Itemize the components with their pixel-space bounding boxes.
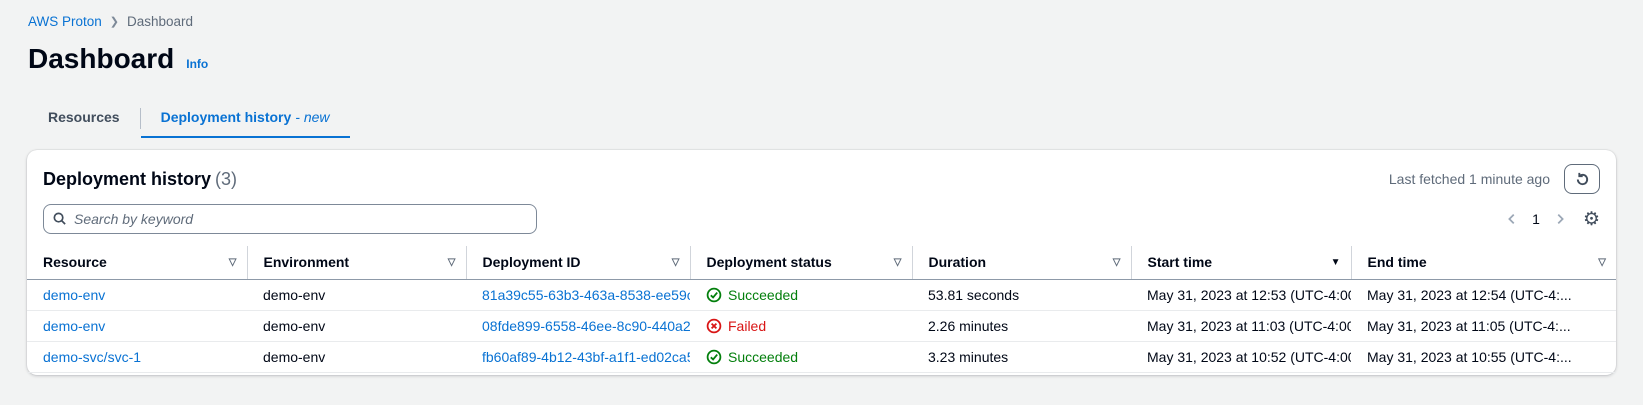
refresh-button[interactable]: [1564, 164, 1600, 194]
sort-caret-icon: [1113, 257, 1121, 268]
table-row: demo-env demo-env 81a39c55-63b3-463a-853…: [27, 279, 1616, 310]
tab-deployment-history[interactable]: Deployment history- new: [141, 99, 350, 138]
breadcrumb-current: Dashboard: [127, 14, 193, 29]
deployment-id-link[interactable]: fb60af89-4b12-43bf-a1f1-ed02ca53...: [482, 349, 690, 365]
aws-proton-dashboard-page: AWS Proton ❯ Dashboard Dashboard Info Re…: [0, 0, 1643, 405]
page-title: Dashboard: [28, 43, 174, 75]
last-fetched-text: Last fetched 1 minute ago: [1389, 171, 1550, 187]
resource-cell: demo-env: [27, 279, 247, 310]
panel-actions: Last fetched 1 minute ago: [1389, 164, 1600, 194]
table-row: demo-svc/svc-1 demo-env fb60af89-4b12-43…: [27, 341, 1616, 372]
resource-cell: demo-svc/svc-1: [27, 341, 247, 372]
table-header-row: Resource Environment Deployment ID Deplo…: [27, 246, 1616, 279]
column-header-deployment-status[interactable]: Deployment status: [690, 246, 912, 279]
status-text: Failed: [728, 318, 766, 334]
breadcrumb-separator-icon: ❯: [110, 15, 119, 28]
start-time-cell: May 31, 2023 at 12:53 (UTC-4:00): [1131, 279, 1351, 310]
search-input[interactable]: [43, 204, 537, 234]
info-link[interactable]: Info: [186, 57, 208, 71]
search-box: [43, 204, 537, 234]
status-failed-icon: [706, 318, 722, 334]
pagination-next-button[interactable]: [1547, 206, 1573, 232]
status-text: Succeeded: [728, 349, 798, 365]
duration-cell: 53.81 seconds: [912, 279, 1131, 310]
status-cell: Failed: [690, 310, 912, 341]
page-header: Dashboard Info: [0, 29, 1643, 75]
column-header-environment[interactable]: Environment: [247, 246, 466, 279]
sort-caret-icon: [1598, 257, 1606, 268]
resource-link[interactable]: demo-env: [43, 287, 105, 303]
resource-link[interactable]: demo-env: [43, 318, 105, 334]
status-text: Succeeded: [728, 287, 798, 303]
deployment-id-cell: 81a39c55-63b3-463a-8538-ee59cc1...: [466, 279, 690, 310]
pagination-prev-button[interactable]: [1499, 206, 1525, 232]
panel-title: Deployment history: [43, 169, 211, 189]
status-succeeded-icon: [706, 287, 722, 303]
deployment-id-link[interactable]: 08fde899-6558-46ee-8c90-440a22...: [482, 318, 690, 334]
refresh-icon: [1575, 172, 1590, 187]
table-toolbar: 1 ⚙: [27, 200, 1616, 246]
table-row: demo-env demo-env 08fde899-6558-46ee-8c9…: [27, 310, 1616, 341]
environment-cell: demo-env: [247, 341, 466, 372]
deployment-id-cell: fb60af89-4b12-43bf-a1f1-ed02ca53...: [466, 341, 690, 372]
pagination: 1 ⚙: [1499, 206, 1600, 232]
sort-caret-icon: [448, 257, 456, 268]
column-header-deployment-id[interactable]: Deployment ID: [466, 246, 690, 279]
start-time-cell: May 31, 2023 at 10:52 (UTC-4:00): [1131, 341, 1351, 372]
page-number[interactable]: 1: [1525, 211, 1547, 227]
environment-cell: demo-env: [247, 279, 466, 310]
status-cell: Succeeded: [690, 279, 912, 310]
status-cell: Succeeded: [690, 341, 912, 372]
tab-bar: Resources Deployment history- new: [28, 99, 1643, 138]
sort-caret-icon: [894, 257, 902, 268]
duration-cell: 2.26 minutes: [912, 310, 1131, 341]
duration-cell: 3.23 minutes: [912, 341, 1131, 372]
start-time-cell: May 31, 2023 at 11:03 (UTC-4:00): [1131, 310, 1351, 341]
end-time-cell: May 31, 2023 at 11:05 (UTC-4:...: [1351, 310, 1616, 341]
status-succeeded-icon: [706, 349, 722, 365]
deployments-table: Resource Environment Deployment ID Deplo…: [27, 246, 1616, 373]
column-header-duration[interactable]: Duration: [912, 246, 1131, 279]
chevron-left-icon: [1505, 212, 1519, 226]
breadcrumb-link-aws-proton[interactable]: AWS Proton: [28, 14, 102, 29]
column-header-resource[interactable]: Resource: [27, 246, 247, 279]
deployment-id-cell: 08fde899-6558-46ee-8c90-440a22...: [466, 310, 690, 341]
end-time-cell: May 31, 2023 at 10:55 (UTC-4:...: [1351, 341, 1616, 372]
sort-caret-icon: [1331, 257, 1341, 268]
deployment-history-panel: Deployment history(3) Last fetched 1 min…: [27, 150, 1616, 375]
search-icon: [52, 211, 67, 229]
column-header-start-time[interactable]: Start time: [1131, 246, 1351, 279]
panel-title-group: Deployment history(3): [43, 169, 237, 190]
sort-caret-icon: [672, 257, 680, 268]
resource-cell: demo-env: [27, 310, 247, 341]
panel-header: Deployment history(3) Last fetched 1 min…: [27, 150, 1616, 200]
panel-count: (3): [215, 169, 237, 189]
environment-cell: demo-env: [247, 310, 466, 341]
gear-icon: ⚙: [1583, 210, 1600, 229]
tab-new-badge: - new: [295, 109, 329, 125]
column-header-end-time[interactable]: End time: [1351, 246, 1616, 279]
resource-link[interactable]: demo-svc/svc-1: [43, 349, 141, 365]
sort-caret-icon: [229, 257, 237, 268]
end-time-cell: May 31, 2023 at 12:54 (UTC-4:...: [1351, 279, 1616, 310]
chevron-right-icon: [1553, 212, 1567, 226]
breadcrumb: AWS Proton ❯ Dashboard: [0, 0, 1643, 29]
preferences-button[interactable]: ⚙: [1583, 210, 1600, 229]
deployment-id-link[interactable]: 81a39c55-63b3-463a-8538-ee59cc1...: [482, 287, 690, 303]
tab-resources[interactable]: Resources: [28, 99, 140, 138]
